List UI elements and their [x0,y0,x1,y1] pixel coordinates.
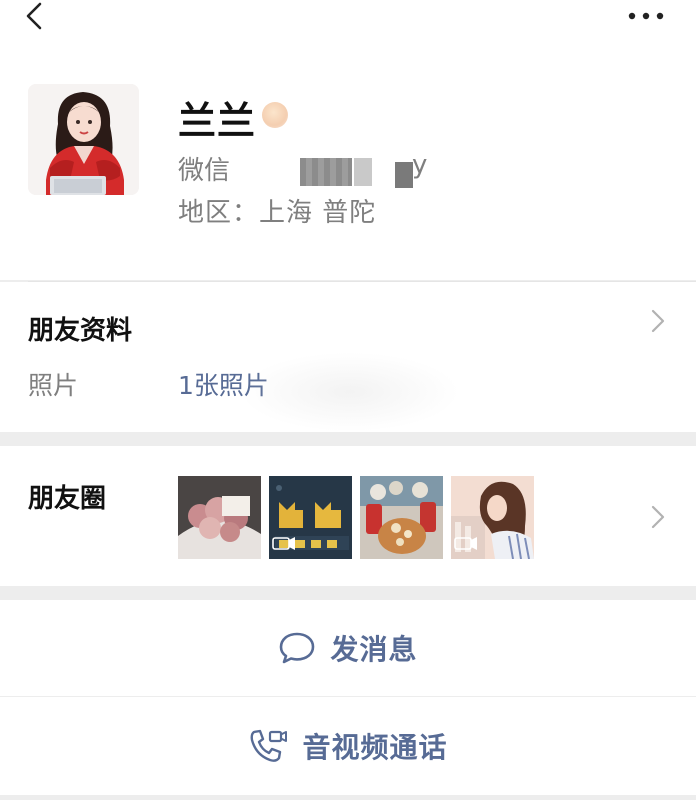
avatar[interactable] [28,84,139,195]
wechat-id-label: 微信 [178,156,231,186]
chevron-right-icon [651,309,665,333]
phone-video-icon [251,729,288,762]
moments-thumbnail-gift-basket [360,476,443,559]
voice-video-call-button[interactable]: 音视频通话 [0,697,696,795]
region-text: 地区：上海 普陀 [178,198,377,228]
back-icon[interactable] [22,0,48,34]
moments-section[interactable]: 朋友圈 [0,446,696,586]
redacted-id-block [300,158,352,186]
moments-title: 朋友圈 [28,484,107,514]
more-icon[interactable] [626,8,666,24]
redacted-id-block [395,162,413,188]
wechat-id-suffix: y [412,150,428,180]
top-bar [0,0,696,40]
name-emoji-icon [262,102,288,128]
send-message-label: 发消息 [330,633,418,666]
send-message-row: 发消息 [0,600,696,696]
voice-video-call-row: 音视频通话 [0,697,696,795]
voice-video-call-label: 音视频通话 [302,731,448,764]
image-artifact [240,352,460,432]
moments-thumbnail-flowers [178,476,261,559]
chat-bubble-icon [280,632,315,664]
friend-info-section[interactable]: 朋友资料 照片 1张照片 [0,282,696,432]
moments-thumbnail-illustrated-girl [451,476,534,559]
contact-profile-page: 兰兰 微信 y 地区：上海 普陀 朋友资料 照片 1张照片 朋友圈 发消息 音视… [0,0,696,800]
moments-thumbnail-cat-cookies [269,476,352,559]
contact-name: 兰兰 [178,99,257,143]
send-message-button[interactable]: 发消息 [0,600,696,696]
friend-info-title: 朋友资料 [28,316,133,346]
photos-label: 照片 [28,371,79,400]
redacted-id-block [354,158,372,186]
avatar-illustration [28,84,139,195]
chevron-right-icon [651,505,665,529]
profile-header: 兰兰 微信 y 地区：上海 普陀 [0,40,696,280]
